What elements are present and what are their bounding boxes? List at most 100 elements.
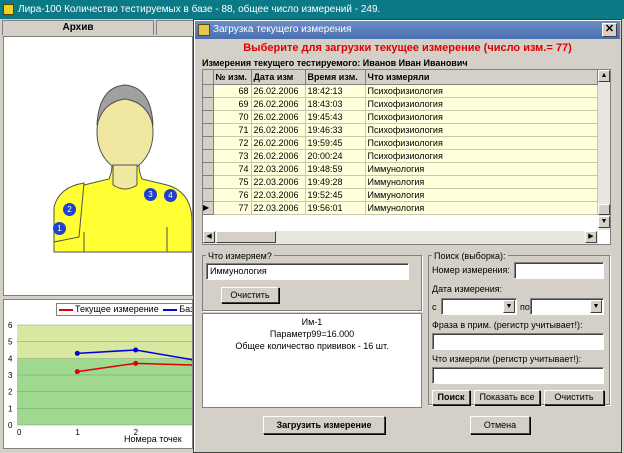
table-row[interactable]: 68 26.02.2006 18:42:13 Психофизиология xyxy=(203,84,598,98)
body-point-4[interactable]: 4 xyxy=(164,189,177,202)
table-row[interactable]: 73 26.02.2006 20:00:24 Психофизиология xyxy=(203,149,598,163)
x-tick-label: 1 xyxy=(75,428,80,437)
measurements-grid[interactable]: № изм. Дата изм Время изм. Что измеряли … xyxy=(202,69,611,245)
chevron-down-icon[interactable]: ▼ xyxy=(503,300,515,313)
cell-time[interactable]: 18:42:13 xyxy=(305,84,366,98)
info-line-3: Общее количество прививок - 16 шт. xyxy=(235,341,389,351)
data-point xyxy=(133,360,139,366)
clear-search-button[interactable]: Очистить xyxy=(544,390,604,405)
table-row[interactable]: 71 26.02.2006 19:46:33 Психофизиология xyxy=(203,123,598,137)
cell-num[interactable]: 74 xyxy=(213,162,252,176)
cell-what[interactable]: Иммунология xyxy=(365,201,598,215)
close-button[interactable]: ✕ xyxy=(602,23,617,37)
scroll-right-button[interactable]: ▶ xyxy=(585,231,597,243)
cell-date[interactable]: 26.02.2006 xyxy=(251,97,306,111)
search-number-input[interactable] xyxy=(514,262,604,279)
cell-date[interactable]: 26.02.2006 xyxy=(251,84,306,98)
cell-what[interactable]: Иммунология xyxy=(365,162,598,176)
date-to-combo[interactable]: ▼ xyxy=(530,298,604,315)
cell-time[interactable]: 19:48:59 xyxy=(305,162,366,176)
measurement-info-box: Им-1 Параметр99=16.000 Общее количество … xyxy=(202,313,422,408)
date-from-combo[interactable]: ▼ xyxy=(441,298,517,315)
cell-num[interactable]: 71 xyxy=(213,123,252,137)
tab-other[interactable] xyxy=(156,20,196,35)
hscroll-thumb[interactable] xyxy=(216,231,276,243)
cell-time[interactable]: 19:45:43 xyxy=(305,110,366,124)
scroll-down-button[interactable]: ▼ xyxy=(598,216,610,228)
table-row[interactable]: 69 26.02.2006 18:43:03 Психофизиология xyxy=(203,97,598,111)
cell-what[interactable]: Психофизиология xyxy=(365,97,598,111)
cell-date[interactable]: 22.03.2006 xyxy=(251,201,306,215)
cell-what[interactable]: Психофизиология xyxy=(365,123,598,137)
load-measurement-button[interactable]: Загрузить измерение xyxy=(263,416,385,434)
cell-num[interactable]: 73 xyxy=(213,149,252,163)
body-point-1[interactable]: 1 xyxy=(53,222,66,235)
grid-header-num[interactable]: № изм. xyxy=(213,70,252,85)
cell-time[interactable]: 19:49:28 xyxy=(305,175,366,189)
cell-num[interactable]: 72 xyxy=(213,136,252,150)
search-number-label: Номер измерения: xyxy=(432,265,510,275)
cell-what[interactable]: Психофизиология xyxy=(365,149,598,163)
dialog-title: Загрузка текущего измерения xyxy=(213,24,352,35)
what-measured-input[interactable] xyxy=(432,367,604,384)
cell-date[interactable]: 26.02.2006 xyxy=(251,136,306,150)
cell-what[interactable]: Иммунология xyxy=(365,188,598,202)
cell-what[interactable]: Психофизиология xyxy=(365,110,598,124)
tab-archive[interactable]: Архив xyxy=(2,20,154,35)
body-point-2[interactable]: 2 xyxy=(63,203,76,216)
grid-header-time[interactable]: Время изм. xyxy=(305,70,366,85)
cell-date[interactable]: 22.03.2006 xyxy=(251,188,306,202)
cell-what[interactable]: Психофизиология xyxy=(365,136,598,150)
cell-time[interactable]: 18:43:03 xyxy=(305,97,366,111)
cell-num[interactable]: 68 xyxy=(213,84,252,98)
row-indicator xyxy=(203,175,214,189)
grid-header-what[interactable]: Что измеряли xyxy=(365,70,598,85)
cell-num[interactable]: 69 xyxy=(213,97,252,111)
cell-time[interactable]: 19:56:01 xyxy=(305,201,366,215)
phrase-label: Фраза в прим. (регистр учитывает!): xyxy=(432,320,583,330)
cell-date[interactable]: 22.03.2006 xyxy=(251,162,306,176)
chevron-down-icon[interactable]: ▼ xyxy=(590,300,602,313)
cell-what[interactable]: Иммунология xyxy=(365,175,598,189)
grid-horizontal-scrollbar[interactable]: ◀ ▶ xyxy=(203,231,598,244)
scroll-up-button[interactable]: ▲ xyxy=(598,70,610,82)
cell-date[interactable]: 26.02.2006 xyxy=(251,123,306,137)
table-row[interactable]: ▶ 77 22.03.2006 19:56:01 Иммунология xyxy=(203,201,598,215)
cell-time[interactable]: 20:00:24 xyxy=(305,149,366,163)
show-all-button[interactable]: Показать все xyxy=(474,390,540,405)
cell-num[interactable]: 76 xyxy=(213,188,252,202)
what-input[interactable]: Иммунология xyxy=(206,263,409,280)
x-tick-label: 0 xyxy=(17,428,22,437)
y-tick-label: 0 xyxy=(8,421,13,430)
cell-what[interactable]: Психофизиология xyxy=(365,84,598,98)
table-row[interactable]: 75 22.03.2006 19:49:28 Иммунология xyxy=(203,175,598,189)
cell-date[interactable]: 26.02.2006 xyxy=(251,149,306,163)
dialog-prompt: Выберите для загрузки текущее измерение … xyxy=(243,42,572,54)
table-row[interactable]: 76 22.03.2006 19:52:45 Иммунология xyxy=(203,188,598,202)
table-row[interactable]: 74 22.03.2006 19:48:59 Иммунология xyxy=(203,162,598,176)
scroll-left-button[interactable]: ◀ xyxy=(203,231,215,243)
table-row[interactable]: 72 26.02.2006 19:59:45 Психофизиология xyxy=(203,136,598,150)
grid-vertical-scrollbar[interactable]: ▲ ▼ xyxy=(598,70,610,230)
body-point-3[interactable]: 3 xyxy=(144,188,157,201)
cell-time[interactable]: 19:46:33 xyxy=(305,123,366,137)
table-row[interactable]: 70 26.02.2006 19:45:43 Психофизиология xyxy=(203,110,598,124)
cell-num[interactable]: 77 xyxy=(213,201,252,215)
clear-what-button[interactable]: Очистить xyxy=(221,287,279,303)
data-point xyxy=(74,350,80,356)
cell-num[interactable]: 70 xyxy=(213,110,252,124)
cell-date[interactable]: 22.03.2006 xyxy=(251,175,306,189)
what-label: Что измеряем? xyxy=(206,251,274,261)
cancel-button[interactable]: Отмена xyxy=(470,416,530,434)
search-button[interactable]: Поиск xyxy=(432,390,470,405)
cell-time[interactable]: 19:59:45 xyxy=(305,136,366,150)
cell-time[interactable]: 19:52:45 xyxy=(305,188,366,202)
cell-num[interactable]: 75 xyxy=(213,175,252,189)
phrase-input[interactable] xyxy=(432,333,604,350)
cell-date[interactable]: 26.02.2006 xyxy=(251,110,306,124)
row-indicator xyxy=(203,149,214,163)
grid-header-date[interactable]: Дата изм xyxy=(251,70,306,85)
scroll-thumb[interactable] xyxy=(598,204,610,215)
y-tick-label: 1 xyxy=(8,404,13,413)
chart-band-upper xyxy=(17,325,192,359)
